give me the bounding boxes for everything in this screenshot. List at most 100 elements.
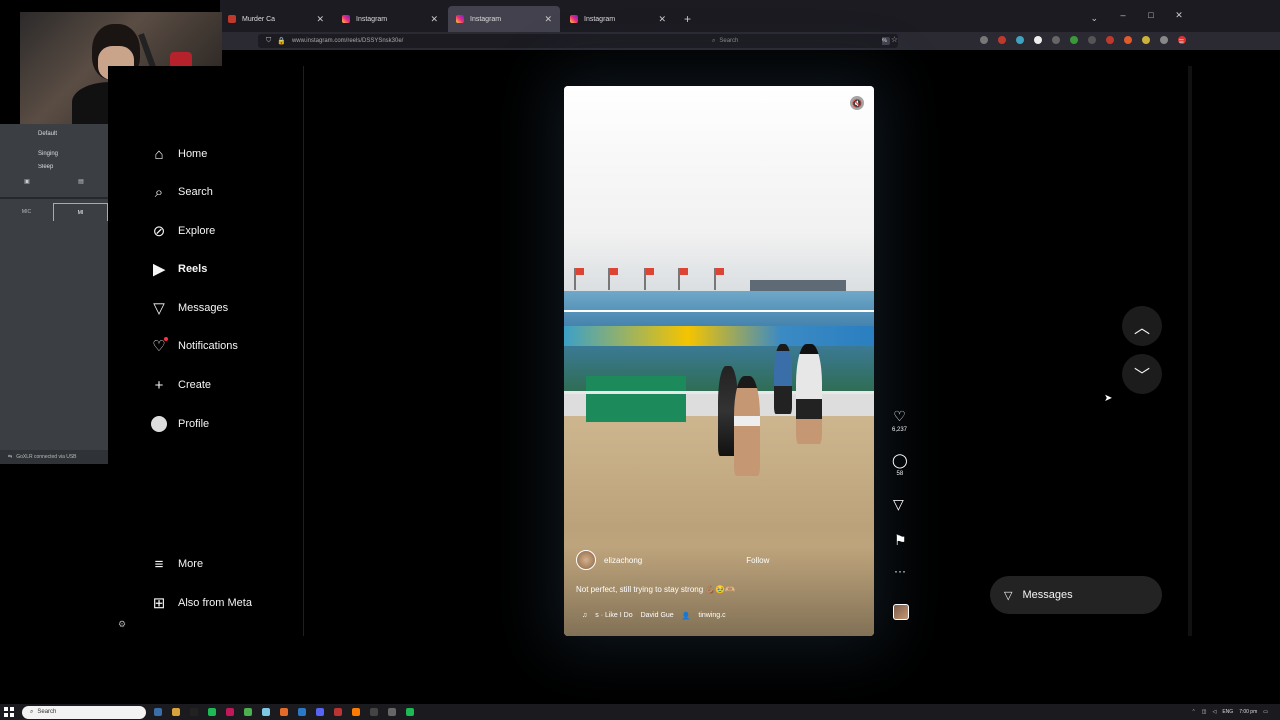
save-button[interactable]: ⚑ bbox=[894, 532, 907, 549]
page-scrollbar[interactable] bbox=[1188, 66, 1192, 636]
extension-icon[interactable] bbox=[1106, 36, 1114, 44]
obs-icon[interactable] bbox=[370, 708, 378, 716]
extension-icon[interactable] bbox=[1034, 36, 1042, 44]
chevron-up-icon[interactable]: ⌃ bbox=[1192, 709, 1196, 715]
next-reel-button[interactable]: ﹀ bbox=[1122, 354, 1162, 394]
plus-icon: + bbox=[154, 376, 164, 394]
reel-caption[interactable]: Not perfect, still trying to stay strong… bbox=[576, 585, 735, 594]
shield-icon[interactable]: ⛉ bbox=[266, 37, 271, 45]
extension-icon[interactable] bbox=[1070, 36, 1078, 44]
volume-icon[interactable]: ◁ bbox=[1212, 709, 1216, 715]
extension-icon[interactable] bbox=[1160, 36, 1168, 44]
preset-item[interactable]: Default bbox=[0, 124, 108, 144]
avatar[interactable] bbox=[576, 550, 596, 570]
chevron-down-icon[interactable]: ⌄ bbox=[1090, 13, 1098, 24]
language-indicator[interactable]: ENG bbox=[1222, 709, 1233, 715]
app-icon[interactable] bbox=[334, 708, 342, 716]
flag bbox=[574, 268, 584, 290]
app-icon[interactable] bbox=[226, 708, 234, 716]
app-icon[interactable] bbox=[352, 708, 360, 716]
new-tab-button[interactable]: + bbox=[676, 6, 699, 32]
folder-icon[interactable] bbox=[172, 708, 180, 716]
extension-icon[interactable] bbox=[1142, 36, 1150, 44]
send-icon: ▽ bbox=[153, 300, 165, 317]
sidebar-item-notifications[interactable]: ♡ Notifications bbox=[150, 334, 238, 358]
mic-tabs: MIC MI bbox=[0, 203, 108, 221]
extension-icon[interactable] bbox=[1124, 36, 1132, 44]
windows-taskbar: ⌕ Search ⌃ ◫ ◁ ENG 7:00 pm ▭ bbox=[0, 704, 1280, 720]
audio-track[interactable]: s · Like I Do bbox=[595, 612, 632, 620]
windows-start-icon[interactable] bbox=[4, 707, 14, 717]
reel-video[interactable]: 🔇 elizachong Follow Not perfect, still t… bbox=[564, 86, 874, 636]
maximize-icon[interactable]: □ bbox=[1146, 10, 1156, 21]
sidebar-item-reels[interactable]: ▶ Reels bbox=[150, 257, 207, 281]
app-icon[interactable] bbox=[388, 708, 396, 716]
video-player bbox=[774, 344, 792, 414]
sidebar-item-explore[interactable]: ⊘ Explore bbox=[150, 219, 216, 243]
comment-button[interactable]: ◯ 58 bbox=[892, 452, 908, 477]
sidebar-item-profile[interactable]: Profile bbox=[150, 412, 209, 436]
browser-tab-active[interactable]: Instagram ✕ bbox=[448, 6, 560, 32]
mic-tab-selected[interactable]: MI bbox=[53, 203, 108, 221]
sidebar-item-more[interactable]: ≡ More bbox=[150, 552, 203, 576]
close-window-icon[interactable]: ✕ bbox=[1174, 10, 1184, 21]
close-icon[interactable]: ✕ bbox=[544, 14, 552, 25]
preset-item[interactable]: Sleep bbox=[0, 164, 108, 174]
app-icon[interactable] bbox=[406, 708, 414, 716]
like-button[interactable]: ♡ 6,237 bbox=[892, 408, 907, 433]
firefox-icon[interactable] bbox=[280, 708, 288, 716]
app-icon[interactable] bbox=[154, 708, 162, 716]
mic-tab[interactable]: MIC bbox=[0, 203, 53, 221]
close-icon[interactable]: ✕ bbox=[316, 14, 324, 25]
browser-search-bar[interactable]: ⌕ Search bbox=[706, 34, 882, 48]
sidebar-item-search[interactable]: ⌕ Search bbox=[150, 180, 213, 204]
browser-tab[interactable]: Instagram ✕ bbox=[562, 6, 674, 32]
audio-user[interactable]: tinwing.c bbox=[698, 612, 725, 620]
sidebar-item-label: Explore bbox=[178, 225, 216, 237]
network-icon[interactable]: ◫ bbox=[1202, 709, 1207, 715]
clock[interactable]: 7:00 pm bbox=[1239, 709, 1257, 715]
extension-icon[interactable] bbox=[998, 36, 1006, 44]
follow-button[interactable]: Follow bbox=[746, 556, 769, 565]
taskbar-apps bbox=[154, 708, 414, 716]
more-options-button[interactable]: ··· bbox=[894, 564, 906, 578]
audio-thumbnail[interactable] bbox=[893, 604, 909, 620]
messages-pill[interactable]: ▽ Messages bbox=[990, 576, 1162, 614]
sidebar-item-messages[interactable]: ▽ Messages bbox=[150, 296, 228, 320]
audio-artist[interactable]: David Gue bbox=[641, 612, 674, 620]
taskbar-search[interactable]: ⌕ Search bbox=[22, 705, 146, 719]
minimize-icon[interactable]: – bbox=[1118, 10, 1128, 21]
gear-icon[interactable]: ⚙ bbox=[118, 619, 126, 630]
bookmark-star-icon[interactable]: ☆ bbox=[891, 35, 898, 44]
sidebar-item-home[interactable]: ⌂ Home bbox=[150, 142, 207, 166]
extension-icon[interactable] bbox=[1052, 36, 1060, 44]
notification-icon[interactable]: ▭ bbox=[1263, 709, 1268, 715]
extension-icon[interactable] bbox=[1088, 36, 1096, 44]
file-icon[interactable]: ▤ bbox=[78, 178, 84, 185]
comment-count: 58 bbox=[896, 471, 904, 477]
share-button[interactable]: ▽ bbox=[893, 496, 904, 513]
flag bbox=[678, 268, 688, 290]
browser-tab[interactable]: Murder Ca ✕ bbox=[220, 6, 332, 32]
previous-reel-button[interactable]: ︿ bbox=[1122, 306, 1162, 346]
close-icon[interactable]: ✕ bbox=[430, 14, 438, 25]
browser-tab[interactable]: Instagram ✕ bbox=[334, 6, 446, 32]
app-icon[interactable] bbox=[190, 708, 198, 716]
chrome-icon[interactable] bbox=[244, 708, 252, 716]
lock-icon[interactable]: 🔒 bbox=[277, 37, 286, 45]
extension-icon[interactable] bbox=[980, 36, 988, 44]
discord-icon[interactable] bbox=[316, 708, 324, 716]
spotify-icon[interactable] bbox=[208, 708, 216, 716]
save-icon[interactable]: ▣ bbox=[24, 178, 30, 185]
volume-icon[interactable]: 🔇 bbox=[850, 96, 864, 110]
app-icon[interactable] bbox=[262, 708, 270, 716]
app-icon[interactable] bbox=[298, 708, 306, 716]
close-icon[interactable]: ✕ bbox=[658, 14, 666, 25]
url-text[interactable]: www.instagram.com/reels/DSSYSnsk30e/ bbox=[292, 38, 403, 44]
sidebar-item-also-from-meta[interactable]: ⊞ Also from Meta bbox=[150, 591, 252, 615]
reel-username[interactable]: elizachong bbox=[604, 556, 642, 565]
extension-icon[interactable] bbox=[1016, 36, 1024, 44]
hamburger-menu-icon[interactable]: ≡ bbox=[1179, 36, 1184, 46]
preset-item[interactable]: Singing bbox=[0, 144, 108, 164]
sidebar-item-create[interactable]: + Create bbox=[150, 373, 211, 397]
